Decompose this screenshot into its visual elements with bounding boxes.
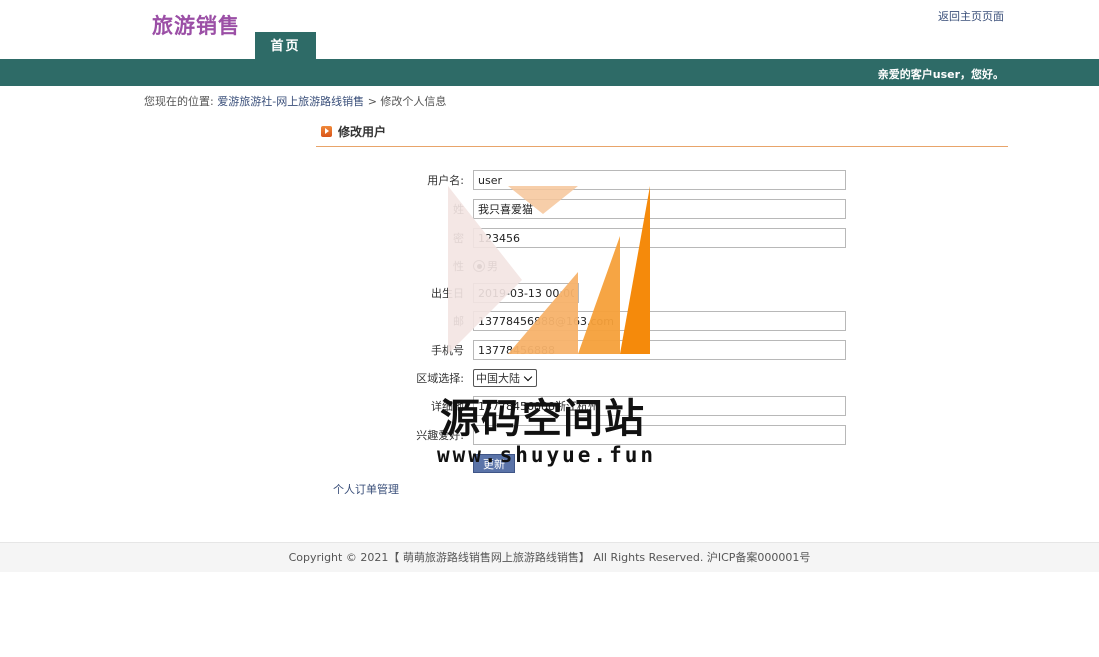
field-label: 密	[453, 232, 464, 245]
email-input[interactable]	[473, 311, 846, 331]
gender-male-radio[interactable]	[473, 260, 485, 272]
form-row-phone: 手机号	[390, 339, 846, 361]
gender-option-label: 男	[487, 260, 498, 273]
breadcrumb-site-link[interactable]: 爱游旅游社-网上旅游路线销售	[217, 95, 364, 108]
field-label: 用户名:	[427, 174, 464, 187]
breadcrumb: 您现在的位置: 爱游旅游社-网上旅游路线销售 > 修改个人信息	[144, 93, 446, 109]
form-row-username: 用户名:	[390, 169, 846, 191]
name-input[interactable]	[473, 199, 846, 219]
watermark-url: www.shuyue.fun	[437, 443, 657, 467]
breadcrumb-current: 修改个人信息	[380, 95, 447, 108]
form-row-name: 姓	[390, 198, 846, 220]
breadcrumb-separator: >	[367, 95, 377, 108]
user-greeting: 亲爱的客户user，您好。	[877, 68, 1004, 81]
form-row-birthday: 出生日	[390, 282, 579, 304]
footer: Copyright © 2021【 萌萌旅游路线销售网上旅游路线销售】 All …	[0, 542, 1099, 572]
password-input[interactable]	[473, 228, 846, 248]
gender-radio-group: 男	[473, 258, 498, 274]
field-label: 性	[453, 260, 464, 273]
form-row-email: 邮	[390, 310, 846, 332]
form-row-gender: 性 男	[390, 255, 498, 277]
copyright-text: Copyright © 2021【 萌萌旅游路线销售网上旅游路线销售】 All …	[288, 551, 811, 564]
form-row-password: 密	[390, 227, 846, 249]
region-selected-value: 中国大陆	[476, 372, 520, 385]
field-label: 区域选择:	[416, 372, 464, 385]
watermark-text: 源码空间站	[440, 396, 645, 442]
phone-input[interactable]	[473, 340, 846, 360]
section-title: 修改用户	[338, 125, 387, 139]
order-management-link[interactable]: 个人订单管理	[333, 481, 399, 497]
birthday-input[interactable]	[473, 283, 579, 303]
breadcrumb-prefix: 您现在的位置:	[144, 95, 214, 108]
field-label: 手机号	[431, 344, 464, 357]
nav-tab-home[interactable]: 首页	[255, 32, 316, 59]
chevron-down-icon	[523, 372, 533, 381]
site-logo-text: 旅游销售	[152, 14, 240, 38]
section-divider	[316, 146, 1008, 147]
return-home-link[interactable]: 返回主页页面	[938, 8, 1004, 24]
field-label: 出生日	[431, 287, 464, 300]
field-label: 邮	[453, 315, 464, 328]
username-input[interactable]	[473, 170, 846, 190]
field-label: 姓	[453, 203, 464, 216]
arrow-bullet-icon	[321, 126, 332, 137]
nav-bar: 亲爱的客户user，您好。	[0, 59, 1099, 86]
section-header: 修改用户	[321, 123, 386, 140]
region-select[interactable]: 中国大陆	[473, 369, 537, 387]
